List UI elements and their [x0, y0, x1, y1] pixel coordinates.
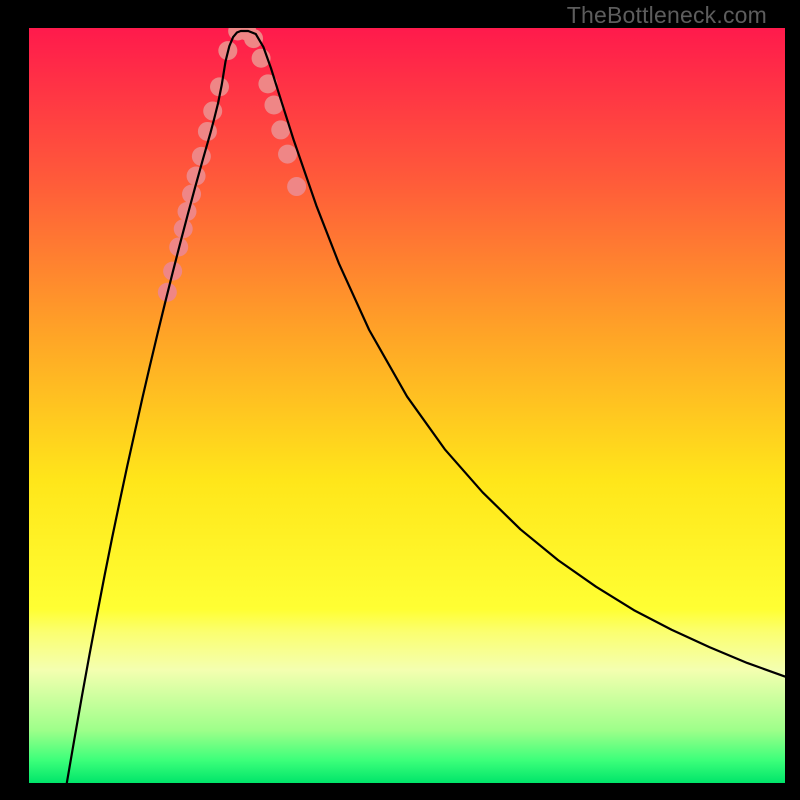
data-marker — [287, 177, 306, 196]
chart-frame: TheBottleneck.com — [29, 0, 785, 783]
gradient-background — [29, 28, 785, 783]
data-marker — [203, 102, 222, 121]
watermark-text: TheBottleneck.com — [567, 2, 767, 29]
data-marker — [278, 145, 297, 164]
data-marker — [198, 122, 217, 141]
plot-area — [29, 28, 785, 783]
bottleneck-curve-chart — [29, 28, 785, 783]
